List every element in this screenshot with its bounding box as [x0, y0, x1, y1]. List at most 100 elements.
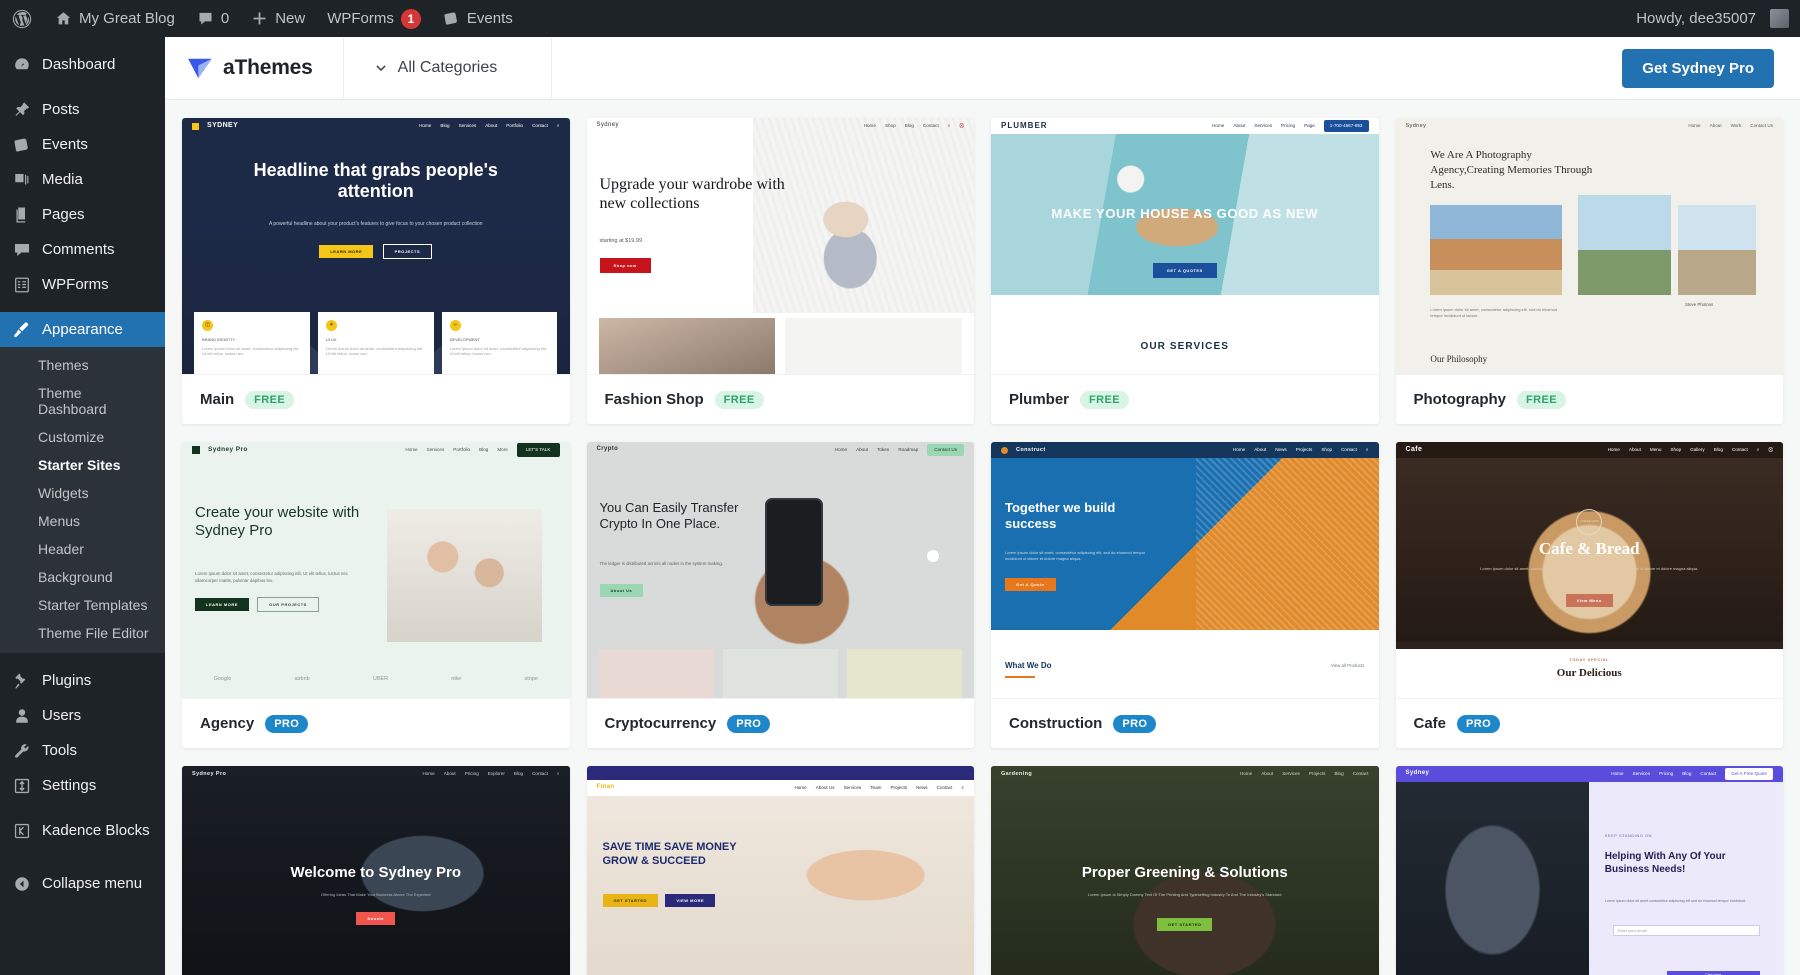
preview-main: SYDNEY Home Blog Services About Portfolio C… — [182, 118, 570, 374]
starter-site-card[interactable]: Cafe Home About Menu Shop Gallery Blog Cont… — [1395, 442, 1783, 748]
site-name: Agency — [200, 715, 255, 732]
site-thumbnail: PLUMBER Home About Services Pricing Page 1… — [991, 118, 1379, 374]
sidebar-item-label: Pages — [42, 206, 85, 223]
adminbar-comments[interactable]: 0 — [186, 0, 240, 37]
sidebar-item-pages[interactable]: Pages — [0, 197, 165, 232]
media-icon — [12, 170, 32, 190]
preview-logo: SYDNEY — [207, 121, 239, 129]
sidebar-item-label: Dashboard — [42, 56, 116, 73]
search-icon: ⌕ — [556, 123, 560, 129]
starter-site-card[interactable]: PLUMBER Home About Services Pricing Page 1… — [991, 118, 1379, 424]
sidebar-item-settings[interactable]: Settings — [0, 768, 165, 803]
site-thumbnail: Sydney Home About Work Contact Us We Are A… — [1395, 118, 1783, 374]
preview-primary-button: GET A QUOTES — [1152, 263, 1217, 278]
site-name: Photography — [1413, 391, 1507, 408]
sidebar-item-kadence-blocks[interactable]: Kadence Blocks — [0, 813, 165, 848]
cart-icon: ⛒ — [959, 123, 964, 129]
category-filter-dropdown[interactable]: All Categories — [344, 37, 553, 99]
preview-headline: SAVE TIME SAVE MONEY GROW & SUCCEED — [602, 841, 737, 868]
status-badge: PRO — [727, 714, 771, 733]
starter-site-card[interactable]: Gardening Home About Services Projects Blo… — [991, 766, 1379, 975]
submenu-item-theme-dashboard[interactable]: Theme Dashboard — [0, 379, 165, 423]
sidebar-item-wpforms[interactable]: WPForms — [0, 267, 165, 302]
preview-section: OUR SERVICES — [991, 320, 1379, 374]
submenu-item-background[interactable]: Background — [0, 563, 165, 591]
sidebar-item-posts[interactable]: Posts — [0, 92, 165, 127]
sidebar-item-media[interactable]: Media — [0, 162, 165, 197]
preview-logo: Sydney — [1405, 122, 1427, 129]
search-icon: ⌕ — [961, 785, 964, 791]
cart-icon: ⛒ — [1768, 447, 1773, 453]
status-badge: FREE — [1517, 390, 1566, 409]
card-footer: Cryptocurrency PRO — [586, 698, 974, 748]
users-icon — [12, 706, 32, 726]
preview-headline: Together we build success — [1005, 500, 1116, 531]
collapse-menu-button[interactable]: Collapse menu — [0, 866, 165, 901]
starter-site-card[interactable]: Sydney Pro Home About Pricing Explorer Blo… — [182, 766, 570, 975]
adminbar-wp-logo[interactable] — [0, 0, 44, 37]
preview-subtext: Lorem ipsum dolor sit amet, consectetur … — [1005, 550, 1146, 562]
adminbar-site-name[interactable]: My Great Blog — [44, 0, 186, 37]
starter-site-card[interactable]: Sydney Pro Home Services Portfolio Blog Mo… — [182, 442, 570, 748]
site-thumbnail: Sydney Pro Home Services Portfolio Blog Mo… — [182, 442, 570, 698]
submenu-item-themes[interactable]: Themes — [0, 351, 165, 379]
site-name: Fashion Shop — [604, 391, 704, 408]
submenu-item-widgets[interactable]: Widgets — [0, 479, 165, 507]
card-footer: Photography FREE — [1395, 374, 1783, 424]
preview-primary-button: LEARN MORE — [319, 245, 374, 258]
sidebar-item-users[interactable]: Users — [0, 698, 165, 733]
athemes-paperplane-logo-icon — [188, 58, 212, 79]
starter-site-card[interactable]: SYDNEY Home Blog Services About Portfolio C… — [182, 118, 570, 424]
athemes-brand-label: aThemes — [223, 56, 313, 79]
adminbar-wpforms-label: WPForms — [327, 10, 394, 27]
preview-cryptocurrency: Crypto Home About Token Roadmap Contact Us… — [586, 442, 974, 698]
preview-subtext: starting at $19.99 — [599, 238, 643, 244]
site-name: Construction — [1009, 715, 1103, 732]
dashboard-icon — [12, 55, 32, 75]
preview-fashion-shop: Sydney Home Shop Blog Contact ⌕ ⛒ Upgrade y… — [586, 118, 974, 374]
preview-subtext: Lorem ipsum dolor sit amet, consectetur … — [195, 571, 349, 584]
starter-site-card[interactable]: Finan Home About Us Services Team Projects… — [586, 766, 974, 975]
submenu-item-theme-file-editor[interactable]: Theme File Editor — [0, 619, 165, 647]
submenu-item-starter-templates[interactable]: Starter Templates — [0, 591, 165, 619]
starter-site-card[interactable]: Construct Home About News Projects Shop Con… — [991, 442, 1379, 748]
starter-site-card[interactable]: Sydney Home Shop Blog Contact ⌕ ⛒ Upgrade y… — [586, 118, 974, 424]
preview-primary-button: Donate — [356, 912, 396, 925]
starter-site-card[interactable]: Sydney Home About Work Contact Us We Are A… — [1395, 118, 1783, 424]
adminbar-wpforms-badge: 1 — [400, 8, 421, 29]
sidebar-item-dashboard[interactable]: Dashboard — [0, 47, 165, 82]
status-badge: PRO — [1113, 714, 1157, 733]
submenu-item-customize[interactable]: Customize — [0, 423, 165, 451]
sidebar-item-events[interactable]: Events — [0, 127, 165, 162]
site-name: Cafe — [1413, 715, 1447, 732]
sidebar-item-tools[interactable]: Tools — [0, 733, 165, 768]
sidebar-item-comments[interactable]: Comments — [0, 232, 165, 267]
sidebar-item-plugins[interactable]: Plugins — [0, 663, 165, 698]
adminbar-site-name-label: My Great Blog — [79, 10, 175, 27]
starter-site-card[interactable]: Crypto Home About Token Roadmap Contact Us… — [586, 442, 974, 748]
home-icon — [56, 12, 71, 25]
sidebar-item-label: Appearance — [42, 321, 123, 338]
collapse-menu-label: Collapse menu — [42, 875, 143, 892]
preview-subtext: Lorem ipsum dolor sit amet consectetur a… — [1604, 899, 1746, 904]
submenu-item-menus[interactable]: Menus — [0, 507, 165, 535]
category-filter-label: All Categories — [397, 59, 498, 76]
preview-subtext: Offering Ideas That Make Your Business A… — [321, 892, 431, 897]
submenu-item-starter-sites[interactable]: Starter Sites — [0, 451, 165, 479]
sidebar-item-label: Settings — [42, 777, 97, 794]
submenu-item-header[interactable]: Header — [0, 535, 165, 563]
card-footer: Construction PRO — [991, 698, 1379, 748]
preview-headline: You Can Easily Transfer Crypto In One Pl… — [599, 500, 739, 532]
avatar — [1770, 9, 1789, 28]
adminbar-new[interactable]: New — [240, 0, 316, 37]
admin-sidebar-menu: Dashboard Posts Events Media Pages Comme… — [0, 37, 165, 975]
get-sydney-pro-button[interactable]: Get Sydney Pro — [1622, 48, 1774, 88]
adminbar-account-menu[interactable]: Howdy, dee35007 — [1625, 0, 1800, 37]
starter-site-card[interactable]: Sydney Home Services Pricing Blog Contact … — [1395, 766, 1783, 975]
sidebar-item-appearance[interactable]: Appearance — [0, 312, 165, 347]
adminbar-events[interactable]: Events — [432, 0, 524, 37]
adminbar-wpforms[interactable]: WPForms 1 — [316, 0, 432, 37]
adminbar-howdy-label: Howdy, dee35007 — [1636, 10, 1756, 27]
sidebar-separator — [0, 82, 165, 92]
athemes-brand[interactable]: aThemes — [165, 37, 344, 99]
